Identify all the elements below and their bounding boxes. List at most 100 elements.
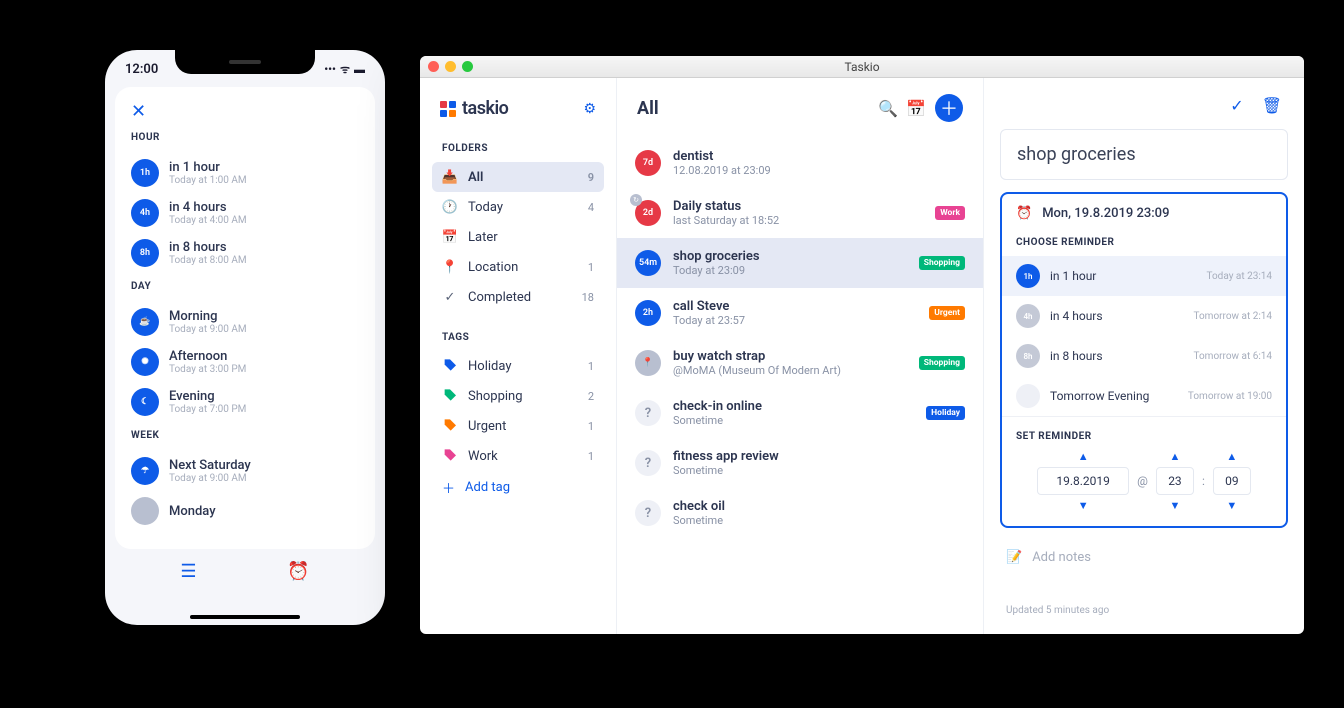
chevron-down-icon[interactable]: ▼: [1226, 499, 1237, 512]
logo-text: taskio: [462, 98, 508, 119]
task-time-badge: ?: [635, 400, 661, 426]
sidebar-item-completed[interactable]: ✓Completed18: [432, 282, 604, 312]
clock-icon: 🕐: [442, 199, 458, 215]
task-title-input[interactable]: shop groceries: [1000, 129, 1288, 180]
badge-8h: 8h: [131, 239, 159, 267]
task-time-badge: ?: [635, 450, 661, 476]
tag-urgent[interactable]: Urgent1: [432, 411, 604, 441]
sidebar-item-today[interactable]: 🕐Today4: [432, 192, 604, 222]
hour-input[interactable]: 23: [1156, 467, 1194, 495]
list-icon[interactable]: ☰: [180, 561, 196, 582]
set-reminder-label: SET REMINDER: [1016, 427, 1272, 450]
afternoon-icon: ✺: [131, 348, 159, 376]
search-icon[interactable]: 🔍: [879, 99, 897, 118]
titlebar[interactable]: Taskio: [420, 56, 1304, 78]
task-title: buy watch strap: [673, 349, 907, 364]
task-row[interactable]: 2h call SteveToday at 23:57 Urgent: [617, 288, 983, 338]
battery-icon: ▬: [354, 63, 365, 76]
reminder-badge: [1016, 384, 1040, 408]
day-item[interactable]: ☕MorningToday at 9:00 AM: [131, 302, 359, 342]
calendar-icon[interactable]: 📅: [907, 99, 925, 118]
reminder-badge: 8h: [1016, 344, 1040, 368]
day-item[interactable]: ☾EveningToday at 7:00 PM: [131, 382, 359, 422]
reminder-sub: Tomorrow at 6:14: [1193, 351, 1272, 362]
tags-label: TAGS: [432, 332, 604, 343]
clock-icon[interactable]: ⏰: [287, 561, 309, 582]
reminder-sub: Tomorrow at 19:00: [1188, 391, 1272, 402]
task-row[interactable]: ? fitness app reviewSometime: [617, 438, 983, 488]
add-notes-button[interactable]: 📝 Add notes: [1000, 536, 1288, 579]
list-title: All: [637, 98, 869, 119]
task-title: call Steve: [673, 299, 917, 314]
task-row[interactable]: 7d dentist12.08.2019 at 23:09: [617, 138, 983, 188]
hour-item[interactable]: 4hin 4 hoursToday at 4:00 AM: [131, 193, 359, 233]
status-icons: ••• ᯤ ▬: [324, 62, 365, 77]
badge-1h: 1h: [131, 159, 159, 187]
add-task-button[interactable]: ＋: [935, 94, 963, 122]
close-icon[interactable]: ✕: [131, 101, 359, 122]
task-badge: Shopping: [919, 356, 965, 370]
maximize-button[interactable]: [462, 61, 473, 72]
complete-icon[interactable]: ✓: [1230, 96, 1243, 115]
minimize-button[interactable]: [445, 61, 456, 72]
task-title: Daily status: [673, 199, 923, 214]
reminder-choice[interactable]: 1h in 1 hour Today at 23:14: [1002, 256, 1286, 296]
add-tag-button[interactable]: ＋Add tag: [432, 471, 604, 504]
alarm-icon: ⏰: [1016, 206, 1032, 221]
pin-icon: 📍: [442, 259, 458, 275]
gear-icon[interactable]: ⚙: [583, 101, 596, 117]
task-title: shop groceries: [673, 249, 907, 264]
week-item[interactable]: Monday: [131, 491, 359, 531]
sidebar: taskio ⚙ FOLDERS 📥All9 🕐Today4 📅Later 📍L…: [420, 78, 616, 634]
chevron-down-icon[interactable]: ▼: [1169, 499, 1180, 512]
reminder-choice[interactable]: 4h in 4 hours Tomorrow at 2:14: [1002, 296, 1286, 336]
task-row[interactable]: ↻2d Daily statuslast Saturday at 18:52 W…: [617, 188, 983, 238]
section-label-hour: HOUR: [131, 132, 359, 143]
task-title: check-in online: [673, 399, 914, 414]
task-subtitle: Today at 23:09: [673, 264, 907, 277]
phone-device: 12:00 ••• ᯤ ▬ ✕ HOUR 1hin 1 hourToday at…: [95, 40, 395, 635]
tag-shopping[interactable]: Shopping2: [432, 381, 604, 411]
tag-icon: [442, 358, 458, 374]
reminder-header[interactable]: ⏰ Mon, 19.8.2019 23:09: [1002, 194, 1286, 233]
task-row[interactable]: ? check oilSometime: [617, 488, 983, 538]
task-row[interactable]: ? check-in onlineSometime Holiday: [617, 388, 983, 438]
task-row[interactable]: 54m shop groceriesToday at 23:09 Shoppin…: [617, 238, 983, 288]
morning-icon: ☕: [131, 308, 159, 336]
traffic-lights: [428, 61, 473, 72]
task-badge: Urgent: [929, 306, 965, 320]
delete-icon[interactable]: 🗑: [1262, 96, 1282, 115]
tag-icon: [442, 418, 458, 434]
tag-holiday[interactable]: Holiday1: [432, 351, 604, 381]
folders-label: FOLDERS: [432, 143, 604, 154]
task-subtitle: @MoMA (Museum Of Modern Art): [673, 364, 907, 377]
wifi-icon: ᯤ: [340, 62, 350, 77]
minute-input[interactable]: 09: [1213, 467, 1251, 495]
hour-item[interactable]: 1hin 1 hourToday at 1:00 AM: [131, 153, 359, 193]
sidebar-item-all[interactable]: 📥All9: [432, 162, 604, 192]
chevron-up-icon[interactable]: ▲: [1169, 450, 1180, 463]
chevron-down-icon[interactable]: ▼: [1078, 499, 1089, 512]
chevron-up-icon[interactable]: ▲: [1078, 450, 1089, 463]
reminder-choice[interactable]: 8h in 8 hours Tomorrow at 6:14: [1002, 336, 1286, 376]
reminder-choice[interactable]: Tomorrow Evening Tomorrow at 19:00: [1002, 376, 1286, 416]
date-input[interactable]: 19.8.2019: [1037, 467, 1129, 495]
task-subtitle: Sometime: [673, 414, 914, 427]
close-button[interactable]: [428, 61, 439, 72]
tag-icon: [442, 388, 458, 404]
tag-work[interactable]: Work1: [432, 441, 604, 471]
hour-item[interactable]: 8hin 8 hoursToday at 8:00 AM: [131, 233, 359, 273]
task-row[interactable]: 📍 buy watch strap@MoMA (Museum Of Modern…: [617, 338, 983, 388]
reminder-title: Tomorrow Evening: [1050, 389, 1178, 403]
day-item[interactable]: ✺AfternoonToday at 3:00 PM: [131, 342, 359, 382]
phone-bottom-bar: ☰ ⏰: [105, 553, 385, 590]
note-icon: 📝: [1006, 550, 1022, 565]
task-subtitle: Today at 23:57: [673, 314, 917, 327]
chevron-up-icon[interactable]: ▲: [1226, 450, 1237, 463]
sidebar-item-later[interactable]: 📅Later: [432, 222, 604, 252]
sidebar-item-location[interactable]: 📍Location1: [432, 252, 604, 282]
week-item[interactable]: ☂Next SaturdayToday at 9:00 AM: [131, 451, 359, 491]
task-title: dentist: [673, 149, 965, 164]
task-subtitle: 12.08.2019 at 23:09: [673, 164, 965, 177]
reminder-sub: Tomorrow at 2:14: [1193, 311, 1272, 322]
